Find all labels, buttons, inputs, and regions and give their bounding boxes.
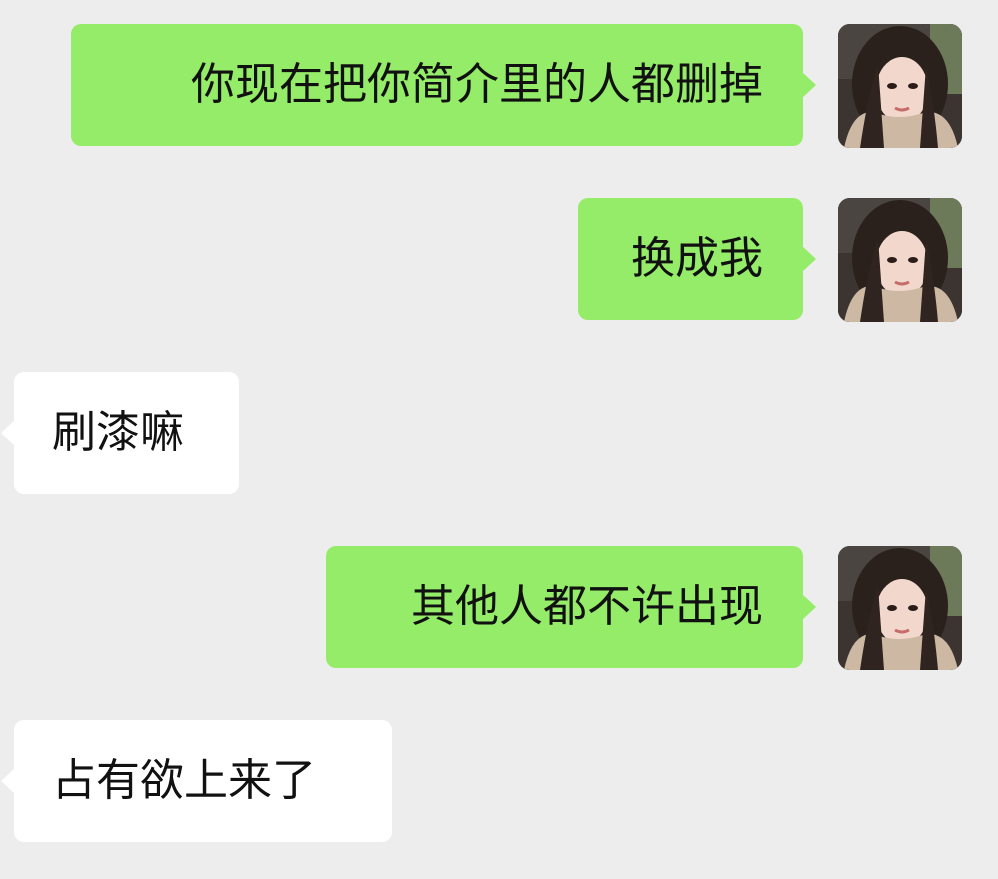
- self-avatar-icon[interactable]: [838, 546, 962, 670]
- message-bubble-sent[interactable]: 其他人都不许出现: [326, 546, 816, 668]
- chat-area: 你现在把你简介里的人都删掉 换成我 刷漆嘛 其他人都不许出现 占有欲上来了: [0, 0, 998, 879]
- message-text: 你现在把你简介里的人都删掉: [191, 59, 763, 110]
- self-avatar-icon[interactable]: [838, 198, 962, 322]
- message-bubble-received[interactable]: 占有欲上来了: [1, 720, 392, 842]
- message-bubble-sent[interactable]: 你现在把你简介里的人都删掉: [71, 24, 816, 146]
- message-bubble-sent[interactable]: 换成我: [578, 198, 816, 320]
- message-text: 刷漆嘛: [52, 407, 184, 458]
- message-text: 换成我: [631, 233, 763, 284]
- message-text: 占有欲上来了: [52, 755, 316, 806]
- message-text: 其他人都不许出现: [411, 581, 763, 632]
- self-avatar-icon[interactable]: [838, 24, 962, 148]
- message-bubble-received[interactable]: 刷漆嘛: [1, 372, 239, 494]
